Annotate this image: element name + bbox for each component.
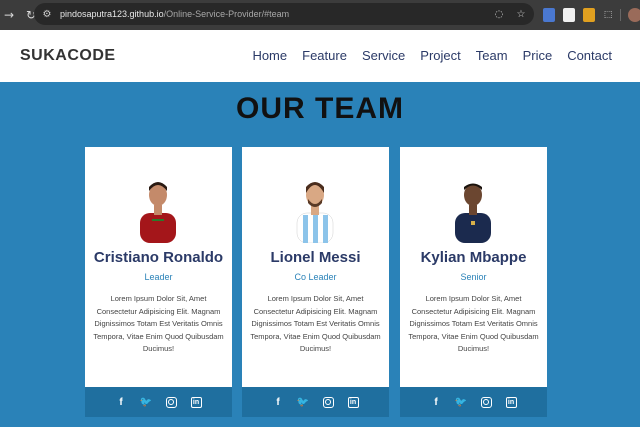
- nav-contact[interactable]: Contact: [567, 48, 612, 63]
- brand-logo[interactable]: SUKACODE: [20, 47, 116, 65]
- linkedin-icon[interactable]: in: [505, 396, 517, 408]
- team-card: Kylian Mbappe Senior Lorem Ipsum Dolor S…: [400, 147, 547, 417]
- url-host: pindosaputra123.github.io: [60, 9, 164, 19]
- avatar: [451, 173, 495, 243]
- team-card: Cristiano Ronaldo Leader Lorem Ipsum Dol…: [85, 147, 232, 417]
- nav-project[interactable]: Project: [420, 48, 460, 63]
- nav-home[interactable]: Home: [252, 48, 287, 63]
- back-arrow-icon[interactable]: →: [0, 6, 18, 24]
- social-bar: f 🐦 in: [85, 387, 232, 417]
- avatar: [293, 173, 337, 243]
- member-name: Cristiano Ronaldo: [93, 249, 224, 266]
- avatar: [136, 173, 180, 243]
- member-bio: Lorem Ipsum Dolor Sit, Amet Consectetur …: [408, 294, 539, 353]
- linkedin-icon[interactable]: in: [190, 396, 202, 408]
- member-role: Leader: [144, 272, 173, 282]
- browser-toolbar: → ↻ ⚙ pindosaputra123.github.io/Online-S…: [0, 0, 640, 30]
- member-name: Lionel Messi: [270, 249, 361, 266]
- nav-price[interactable]: Price: [523, 48, 553, 63]
- instagram-icon[interactable]: [165, 396, 177, 408]
- member-name: Kylian Mbappe: [420, 249, 527, 266]
- nav-service[interactable]: Service: [362, 48, 405, 63]
- jersey-stripe: [303, 215, 308, 243]
- url-path: /Online-Service-Provider/#team: [163, 9, 290, 19]
- twitter-icon[interactable]: 🐦: [455, 397, 467, 408]
- twitter-icon[interactable]: 🐦: [297, 397, 309, 408]
- team-card: Lionel Messi Co Leader Lorem Ipsum Dolor…: [242, 147, 389, 417]
- jersey-shape: [140, 213, 176, 243]
- address-bar[interactable]: ⚙ pindosaputra123.github.io/Online-Servi…: [34, 3, 534, 25]
- twitter-icon[interactable]: 🐦: [140, 397, 152, 408]
- instagram-icon[interactable]: [480, 396, 492, 408]
- site-settings-icon[interactable]: ⚙: [40, 7, 54, 21]
- extension-icon[interactable]: [563, 8, 575, 22]
- social-bar: f 🐦 in: [400, 387, 547, 417]
- instagram-icon[interactable]: [322, 396, 334, 408]
- facebook-icon[interactable]: f: [116, 397, 127, 408]
- jersey-shape: [455, 213, 491, 243]
- url-text[interactable]: pindosaputra123.github.io/Online-Service…: [60, 9, 289, 19]
- facebook-icon[interactable]: f: [431, 397, 442, 408]
- extensions-puzzle-icon[interactable]: ⬚: [602, 8, 614, 22]
- extension-icon[interactable]: [583, 8, 595, 22]
- member-role: Co Leader: [294, 272, 337, 282]
- main-menu: Home Feature Service Project Team Price …: [252, 48, 612, 63]
- section-title: OUR TEAM: [236, 92, 404, 125]
- bookmark-star-icon[interactable]: ☆: [514, 7, 528, 21]
- toolbar-divider: [620, 9, 621, 21]
- linkedin-icon[interactable]: in: [347, 396, 359, 408]
- member-role: Senior: [460, 272, 487, 282]
- nav-feature[interactable]: Feature: [302, 48, 347, 63]
- facebook-icon[interactable]: f: [273, 397, 284, 408]
- eye-off-icon[interactable]: ◌: [492, 7, 506, 21]
- site-navbar: SUKACODE Home Feature Service Project Te…: [0, 30, 640, 82]
- social-bar: f 🐦 in: [242, 387, 389, 417]
- nav-team[interactable]: Team: [476, 48, 508, 63]
- member-bio: Lorem Ipsum Dolor Sit, Amet Consectetur …: [250, 294, 381, 353]
- extension-icon[interactable]: [543, 8, 555, 22]
- member-bio: Lorem Ipsum Dolor Sit, Amet Consectetur …: [93, 294, 224, 353]
- profile-avatar[interactable]: [628, 8, 640, 22]
